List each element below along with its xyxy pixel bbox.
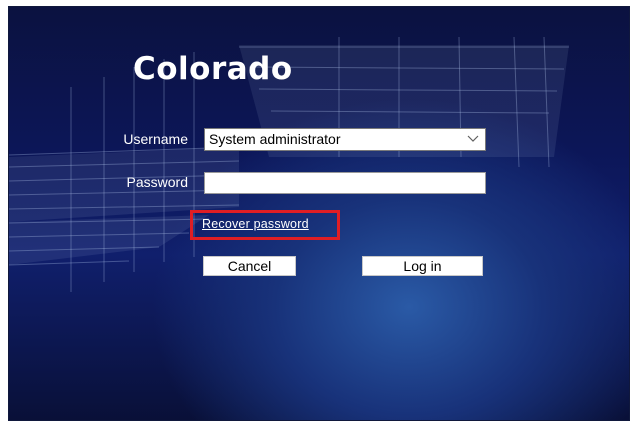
username-selected-value: System administrator xyxy=(209,131,341,147)
password-label: Password xyxy=(126,174,188,190)
password-field[interactable] xyxy=(204,172,486,194)
app-title: Colorado xyxy=(133,51,293,87)
cancel-button[interactable]: Cancel xyxy=(203,256,296,276)
recover-password-link[interactable]: Recover password xyxy=(202,217,309,231)
login-button[interactable]: Log in xyxy=(362,256,483,276)
username-select[interactable]: System administrator xyxy=(204,128,486,151)
username-label: Username xyxy=(123,131,188,147)
chevron-down-icon xyxy=(467,135,479,142)
